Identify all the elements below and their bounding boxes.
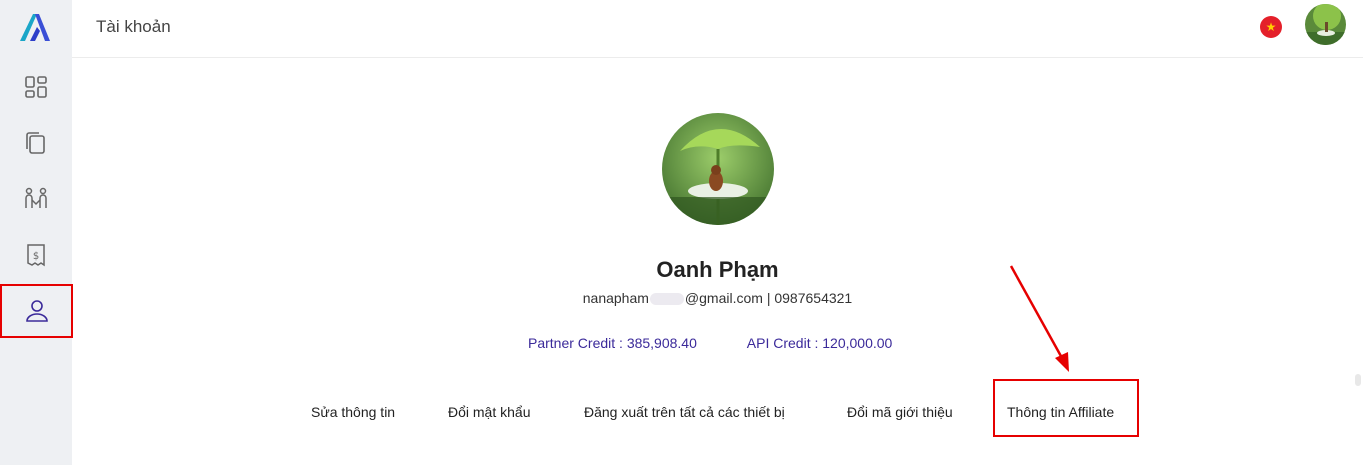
sidebar-item-account[interactable]	[0, 284, 73, 338]
users-icon	[25, 187, 47, 208]
page-title: Tài khoản	[96, 17, 171, 36]
email-prefix: nanapham	[582, 290, 649, 306]
billing-icon: $	[27, 244, 45, 267]
email-suffix: @gmail.com	[684, 290, 763, 306]
email-redaction	[649, 293, 684, 306]
app-logo[interactable]	[16, 10, 52, 44]
sidebar: $	[0, 0, 73, 465]
profile-avatar	[662, 113, 774, 225]
sidebar-item-billing[interactable]: $	[0, 230, 72, 280]
api-credit: API Credit : 120,000.00	[746, 335, 893, 351]
contact-info: nanapham @gmail.com | 0987654321	[72, 290, 1363, 306]
top-header: Tài khoản ★	[72, 0, 1363, 58]
sidebar-item-partners[interactable]	[0, 174, 72, 224]
edit-profile-link[interactable]: Sửa thông tin	[311, 404, 395, 420]
copy-icon	[26, 132, 45, 154]
contact-separator: |	[762, 290, 775, 306]
credits-row: Partner Credit : 385,908.40 API Credit :…	[528, 335, 892, 351]
dashboard-icon	[25, 76, 47, 98]
phone-number: 0987654321	[774, 290, 853, 306]
scrollbar-thumb[interactable]	[1355, 374, 1361, 386]
change-password-link[interactable]: Đổi mật khẩu	[448, 404, 530, 420]
vietnam-flag-icon[interactable]: ★	[1260, 16, 1282, 38]
profile-name: Oanh Phạm	[656, 257, 779, 282]
account-content: Oanh Phạm nanapham @gmail.com | 098765432…	[72, 59, 1363, 465]
user-icon	[25, 300, 48, 322]
logout-all-devices-link[interactable]: Đăng xuất trên tất cả các thiết bị	[584, 404, 785, 420]
svg-text:$: $	[33, 251, 39, 262]
account-actions: Sửa thông tin Đổi mật khẩu Đăng xuất trê…	[72, 404, 1363, 424]
affiliate-highlight-box	[993, 379, 1139, 437]
sidebar-item-dashboard[interactable]	[0, 62, 72, 112]
partner-credit: Partner Credit : 385,908.40	[528, 335, 697, 351]
sidebar-item-documents[interactable]	[0, 118, 72, 168]
change-referral-code-link[interactable]: Đổi mã giới thiệu	[847, 404, 953, 420]
avatar[interactable]	[1305, 4, 1346, 45]
